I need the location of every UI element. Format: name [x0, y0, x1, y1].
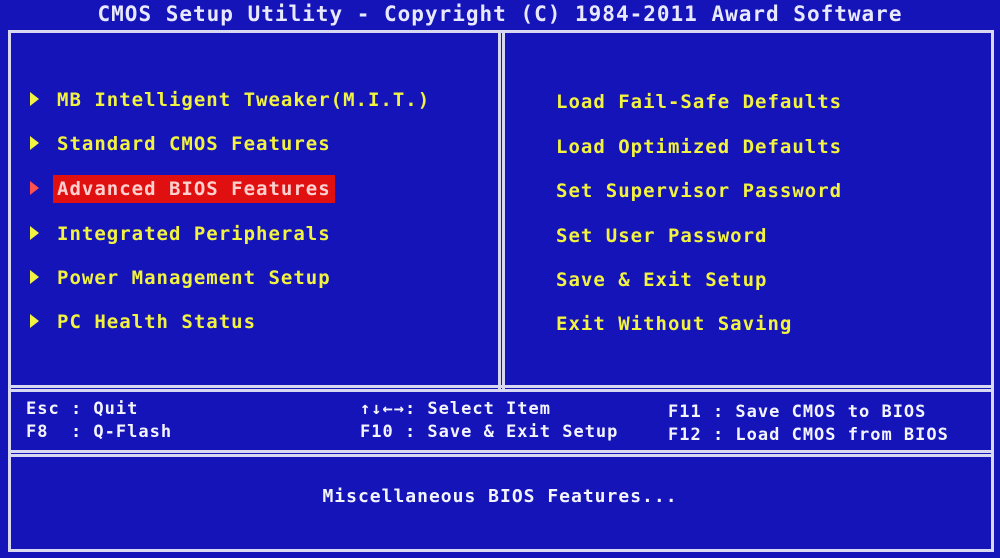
menu-item-power-management[interactable]: Power Management Setup: [30, 264, 335, 292]
help-divider-top: [8, 385, 994, 392]
help-f10: F10 : Save & Exit Setup: [360, 422, 619, 442]
arrow-right-icon: [30, 313, 39, 328]
menu-item-advanced-bios[interactable]: Advanced BIOS Features: [30, 175, 335, 203]
menu-item-label: Advanced BIOS Features: [53, 175, 335, 203]
help-select: ↑↓←→: Select Item: [360, 399, 551, 419]
bios-screen: CMOS Setup Utility - Copyright (C) 1984-…: [0, 0, 1000, 558]
menu-item-set-supervisor-password[interactable]: Set Supervisor Password: [556, 177, 842, 205]
menu-item-exit-without-saving[interactable]: Exit Without Saving: [556, 310, 792, 338]
status-description: Miscellaneous BIOS Features...: [322, 486, 678, 507]
menu-item-label: MB Intelligent Tweaker(M.I.T.): [57, 89, 431, 111]
arrow-right-icon: [30, 225, 39, 240]
column-divider: [498, 30, 505, 390]
menu-item-label: Integrated Peripherals: [57, 223, 331, 245]
menu-item-set-user-password[interactable]: Set User Password: [556, 222, 767, 250]
help-divider-bottom: [8, 450, 994, 457]
menu-item-label: PC Health Status: [57, 311, 257, 333]
help-esc: Esc : Quit: [26, 399, 139, 419]
menu-item-mit[interactable]: MB Intelligent Tweaker(M.I.T.): [30, 86, 434, 114]
menu-item-label: Standard CMOS Features: [57, 133, 331, 155]
arrow-right-icon: [30, 135, 39, 150]
help-f12: F12 : Load CMOS from BIOS: [668, 425, 949, 445]
menu-item-label: Power Management Setup: [57, 267, 331, 289]
menu-item-load-fail-safe[interactable]: Load Fail-Safe Defaults: [556, 88, 842, 116]
menu-item-load-optimized[interactable]: Load Optimized Defaults: [556, 133, 842, 161]
menu-item-integrated-peripherals[interactable]: Integrated Peripherals: [30, 220, 335, 248]
help-f11: F11 : Save CMOS to BIOS: [668, 402, 927, 422]
help-f8: F8 : Q-Flash: [26, 422, 173, 442]
menu-item-standard-cmos[interactable]: Standard CMOS Features: [30, 130, 335, 158]
menu-item-pc-health[interactable]: PC Health Status: [30, 308, 260, 336]
arrow-right-icon: [30, 269, 39, 284]
menu-item-save-exit[interactable]: Save & Exit Setup: [556, 266, 767, 294]
arrow-right-icon: [30, 180, 39, 195]
arrow-right-icon: [30, 91, 39, 106]
title-bar: CMOS Setup Utility - Copyright (C) 1984-…: [0, 0, 1000, 30]
